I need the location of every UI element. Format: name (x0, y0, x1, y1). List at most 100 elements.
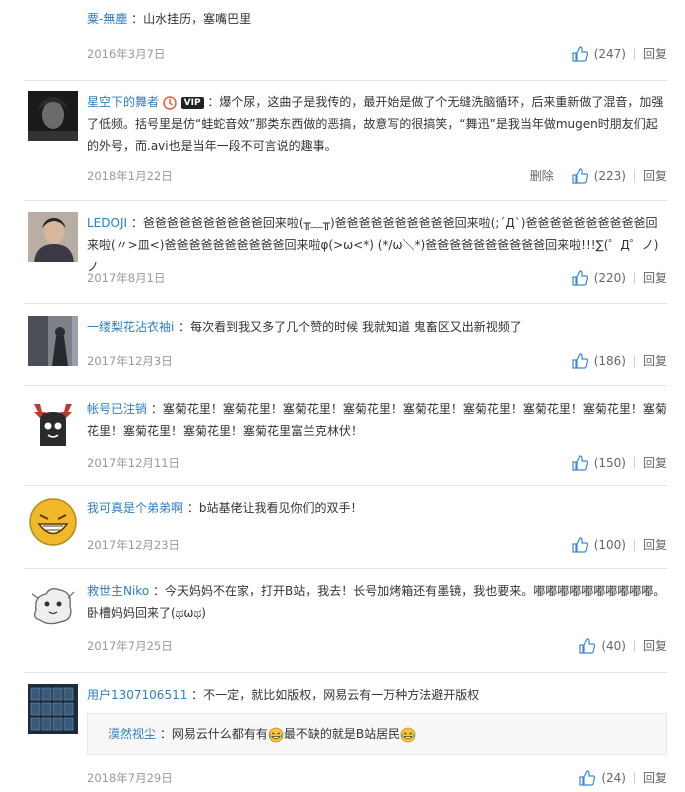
comment-username[interactable]: LEDOJI (87, 216, 127, 230)
avatar[interactable] (28, 212, 78, 262)
comment-text: 山水挂历，塞嘴巴里 (143, 12, 252, 26)
avatar[interactable] (28, 91, 78, 141)
comment-actions: (100) 回复 (572, 536, 667, 553)
comment-date: 2017年7月25日 (87, 639, 173, 653)
colon: ： (174, 320, 191, 334)
comment-body: 我可真是个弟弟啊 ：b站基佬让我看见你们的双手！ (87, 497, 667, 519)
comment-actions: (247) 回复 (572, 45, 667, 62)
comment-text: 塞菊花里！塞菊花里！塞菊花里！塞菊花里！塞菊花里！塞菊花里！塞菊花里！塞菊花里！… (87, 402, 667, 438)
separator (24, 568, 667, 569)
thumb-up-icon[interactable] (572, 352, 588, 369)
separator (24, 200, 667, 201)
separator (24, 303, 667, 304)
vip-badge-icon: VIP (180, 96, 204, 109)
comment-body: 救世主Niko ：今天妈妈不在家，打开B站，我去！长号加烤箱还有墨镜，我也要来。… (87, 580, 667, 624)
avatar[interactable] (28, 497, 78, 547)
reply-button[interactable]: 回复 (643, 269, 667, 286)
comment-username[interactable]: 用户1307106511 (87, 688, 187, 702)
comment-date: 2017年8月1日 (87, 271, 166, 285)
reply-button[interactable]: 回复 (643, 45, 667, 62)
divider (633, 47, 635, 60)
comment-actions: 删除 (223) 回复 (530, 167, 667, 184)
colon: ： (187, 688, 204, 702)
reply-button[interactable]: 回复 (643, 536, 667, 553)
separator (24, 485, 667, 486)
thumb-up-icon[interactable] (572, 45, 588, 62)
comment-username[interactable]: 星空下的舞者 (87, 95, 159, 109)
like-count: (100) (593, 537, 626, 552)
divider (633, 169, 635, 182)
thumb-up-icon[interactable] (572, 167, 588, 184)
delete-button[interactable]: 删除 (530, 167, 554, 184)
like-count: (186) (593, 353, 626, 368)
comment-text: b站基佬让我看见你们的双手！ (198, 501, 363, 515)
comment-actions: (186) 回复 (572, 352, 667, 369)
comment-date: 2017年12月23日 (87, 538, 181, 552)
quoted-text-a: 网易云什么都有有 (171, 727, 268, 741)
comment-body: 帐号已注销 ：塞菊花里！塞菊花里！塞菊花里！塞菊花里！塞菊花里！塞菊花里！塞菊花… (87, 398, 667, 442)
comment-text: 每次看到我又多了几个赞的时候 我就知道 鬼畜区又出新视频了 (190, 320, 522, 334)
level-icon (163, 95, 177, 110)
colon: ： (203, 95, 220, 109)
comment-text: 不一定，就比如版权，网易云有一万种方法避开版权 (203, 688, 480, 702)
comment-date: 2017年12月3日 (87, 354, 173, 368)
comment-actions: (220) 回复 (572, 269, 667, 286)
like-count: (223) (593, 168, 626, 183)
like-count: (220) (593, 270, 626, 285)
thumb-up-icon[interactable] (572, 536, 588, 553)
avatar[interactable] (28, 398, 78, 448)
comment-date: 2016年3月7日 (87, 47, 166, 61)
colon: ： (149, 584, 166, 598)
reply-button[interactable]: 回复 (643, 167, 667, 184)
comment-body: 粟-無塵 ：山水挂历，塞嘴巴里 (87, 8, 667, 30)
quoted-reply: 漠然视尘 ：网易云什么都有有 最不缺的就是B站居民 (87, 713, 667, 755)
avatar[interactable] (28, 684, 78, 734)
colon: ： (183, 501, 199, 515)
avatar[interactable] (28, 316, 78, 366)
comment-username[interactable]: 粟-無塵 (87, 12, 127, 26)
divider (633, 639, 635, 652)
comment-actions: (40) 回复 (579, 637, 667, 654)
comment-username[interactable]: 我可真是个弟弟啊 (87, 501, 183, 515)
colon: ： (147, 402, 163, 416)
thumb-up-icon[interactable] (572, 454, 588, 471)
like-count: (24) (601, 770, 626, 785)
reply-button[interactable]: 回复 (643, 769, 667, 786)
comment-text: 爸爸爸爸爸爸爸爸爸爸回来啦(╥﹏╥)爸爸爸爸爸爸爸爸爸爸回来啦(;´Д`)爸爸爸… (87, 216, 659, 274)
comment-username[interactable]: 一缕梨花沾衣袖i (87, 320, 174, 334)
separator (24, 80, 667, 81)
like-count: (40) (601, 638, 626, 653)
thumb-up-icon[interactable] (579, 637, 596, 654)
comment-actions: (150) 回复 (572, 454, 667, 471)
comment-date: 2017年12月11日 (87, 456, 181, 470)
comment-date: 2018年1月22日 (87, 169, 173, 183)
like-count: (247) (593, 46, 626, 61)
comment-username[interactable]: 救世主Niko (87, 584, 149, 598)
colon: ： (127, 216, 143, 230)
avatar[interactable] (28, 580, 78, 630)
crying-laugh-emoji-icon (268, 727, 284, 742)
reply-button[interactable]: 回复 (643, 454, 667, 471)
quoted-username[interactable]: 漠然视尘 (108, 727, 156, 741)
quoted-reply-body: 漠然视尘 ：网易云什么都有有 最不缺的就是B站居民 (108, 723, 416, 745)
thumb-up-icon[interactable] (579, 769, 596, 786)
colon: ： (156, 727, 172, 741)
comment-body: 一缕梨花沾衣袖i ：每次看到我又多了几个赞的时候 我就知道 鬼畜区又出新视频了 (87, 316, 667, 338)
comment-body: 星空下的舞者 VIP ：爆个尿，这曲子是我传的，最开始是做了个无缝洗脑循环，后来… (87, 91, 667, 157)
divider (633, 354, 635, 367)
divider (633, 771, 635, 784)
reply-button[interactable]: 回复 (643, 352, 667, 369)
comment-username[interactable]: 帐号已注销 (87, 402, 147, 416)
divider (633, 271, 635, 284)
separator (24, 672, 667, 673)
separator (24, 385, 667, 386)
divider (633, 538, 635, 551)
colon: ： (127, 12, 144, 26)
reply-button[interactable]: 回复 (643, 637, 667, 654)
comment-body: 用户1307106511 ：不一定，就比如版权，网易云有一万种方法避开版权 (87, 684, 667, 706)
divider (633, 456, 635, 469)
like-count: (150) (593, 455, 626, 470)
thumb-up-icon[interactable] (572, 269, 588, 286)
comment-actions: (24) 回复 (579, 769, 667, 786)
quoted-text-b: 最不缺的就是B站居民 (283, 727, 401, 741)
